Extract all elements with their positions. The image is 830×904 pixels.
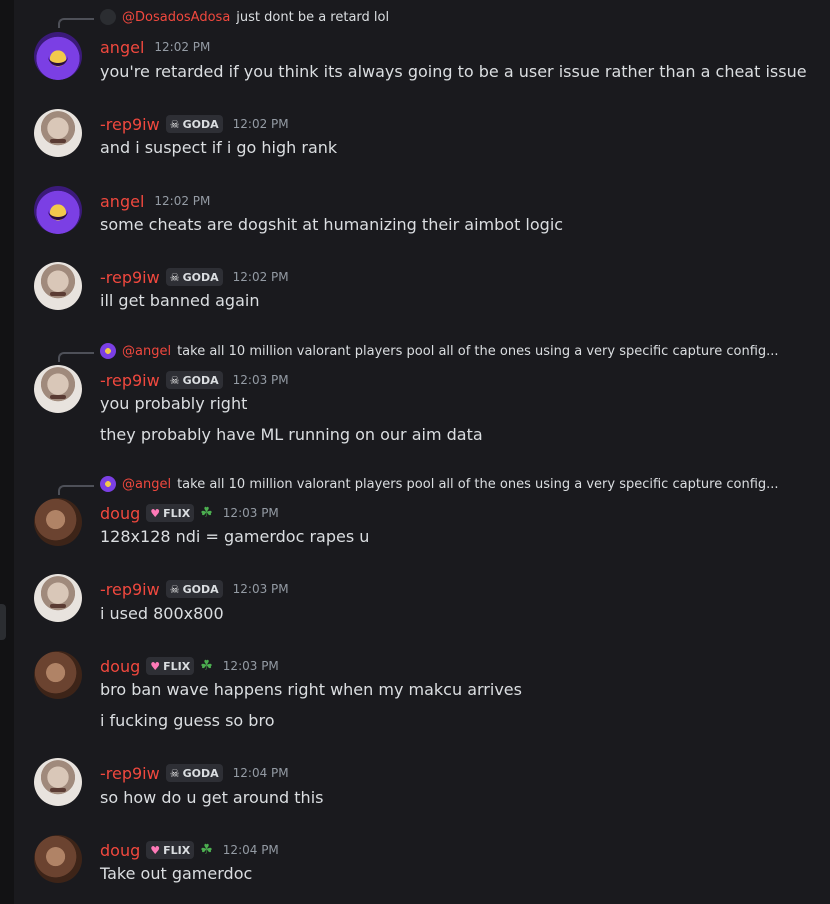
avatar[interactable] bbox=[34, 651, 82, 699]
side-panel-edge bbox=[0, 0, 14, 904]
reply-username[interactable]: @angel bbox=[122, 477, 171, 492]
message-header: -rep9iw ☠ GODA 12:02 PM bbox=[100, 113, 289, 135]
heart-icon: ♥ bbox=[150, 506, 161, 520]
username[interactable]: doug bbox=[100, 504, 140, 523]
guild-tag-label: GODA bbox=[182, 270, 219, 284]
timestamp: 12:02 PM bbox=[154, 194, 211, 208]
username[interactable]: -rep9iw bbox=[100, 268, 160, 287]
message-header: doug ♥ FLIX ☘ 12:03 PM bbox=[100, 655, 279, 677]
skull-icon: ☠ bbox=[169, 582, 180, 596]
guild-tag-label: FLIX bbox=[163, 843, 191, 857]
reply-avatar bbox=[100, 9, 116, 25]
clover-badge-icon: ☘ bbox=[200, 505, 213, 521]
guild-tag[interactable]: ♥ FLIX bbox=[146, 504, 195, 522]
guild-tag-label: GODA bbox=[182, 373, 219, 387]
reply-text: just dont be a retard lol bbox=[236, 9, 390, 25]
reply-username[interactable]: @DosadosAdosa bbox=[122, 10, 230, 25]
timestamp: 12:03 PM bbox=[232, 582, 289, 596]
reply-text: take all 10 million valorant players poo… bbox=[177, 343, 779, 359]
avatar[interactable] bbox=[34, 574, 82, 622]
message-header: doug ♥ FLIX ☘ 12:04 PM bbox=[100, 839, 279, 861]
guild-tag-label: GODA bbox=[182, 766, 219, 780]
avatar[interactable] bbox=[34, 262, 82, 310]
clover-badge-icon: ☘ bbox=[200, 658, 213, 674]
guild-tag[interactable]: ☠ GODA bbox=[165, 371, 223, 389]
avatar[interactable] bbox=[34, 186, 82, 234]
timestamp: 12:02 PM bbox=[232, 270, 289, 284]
skull-icon: ☠ bbox=[169, 270, 180, 284]
username[interactable]: -rep9iw bbox=[100, 580, 160, 599]
reply-text: take all 10 million valorant players poo… bbox=[177, 476, 779, 492]
heart-icon: ♥ bbox=[150, 659, 161, 673]
reply-preview[interactable]: @DosadosAdosa just dont be a retard lol bbox=[100, 8, 389, 26]
timestamp: 12:04 PM bbox=[232, 766, 289, 780]
guild-tag[interactable]: ☠ GODA bbox=[165, 115, 223, 133]
username[interactable]: angel bbox=[100, 38, 144, 57]
message-text: bro ban wave happens right when my makcu… bbox=[100, 680, 522, 699]
message-header: -rep9iw ☠ GODA 12:03 PM bbox=[100, 369, 289, 391]
avatar[interactable] bbox=[34, 109, 82, 157]
scroll-tab[interactable] bbox=[0, 604, 6, 640]
avatar[interactable] bbox=[34, 365, 82, 413]
skull-icon: ☠ bbox=[169, 373, 180, 387]
timestamp: 12:03 PM bbox=[222, 506, 279, 520]
guild-tag-label: GODA bbox=[182, 582, 219, 596]
username[interactable]: -rep9iw bbox=[100, 764, 160, 783]
reply-connector bbox=[58, 352, 94, 362]
reply-preview[interactable]: @angel take all 10 million valorant playe… bbox=[100, 475, 779, 493]
guild-tag-label: GODA bbox=[182, 117, 219, 131]
guild-tag-label: FLIX bbox=[163, 659, 191, 673]
message-text: they probably have ML running on our aim… bbox=[100, 425, 483, 444]
message-text: ill get banned again bbox=[100, 291, 260, 310]
timestamp: 12:02 PM bbox=[232, 117, 289, 131]
message-text: some cheats are dogshit at humanizing th… bbox=[100, 215, 564, 234]
avatar[interactable] bbox=[34, 32, 82, 80]
message-text: 128x128 ndi = gamerdoc rapes u bbox=[100, 527, 370, 546]
message-header: doug ♥ FLIX ☘ 12:03 PM bbox=[100, 502, 279, 524]
skull-icon: ☠ bbox=[169, 766, 180, 780]
message-header: -rep9iw ☠ GODA 12:02 PM bbox=[100, 266, 289, 288]
reply-connector bbox=[58, 18, 94, 28]
username[interactable]: -rep9iw bbox=[100, 115, 160, 134]
message-header: -rep9iw ☠ GODA 12:03 PM bbox=[100, 578, 289, 600]
timestamp: 12:04 PM bbox=[222, 843, 279, 857]
message-header: -rep9iw ☠ GODA 12:04 PM bbox=[100, 762, 289, 784]
reply-connector bbox=[58, 485, 94, 495]
reply-preview[interactable]: @angel take all 10 million valorant playe… bbox=[100, 342, 779, 360]
clover-badge-icon: ☘ bbox=[200, 842, 213, 858]
skull-icon: ☠ bbox=[169, 117, 180, 131]
message-header: angel 12:02 PM bbox=[100, 36, 210, 58]
reply-username[interactable]: @angel bbox=[122, 344, 171, 359]
timestamp: 12:03 PM bbox=[232, 373, 289, 387]
guild-tag[interactable]: ☠ GODA bbox=[165, 268, 223, 286]
timestamp: 12:02 PM bbox=[154, 40, 211, 54]
guild-tag-label: FLIX bbox=[163, 506, 191, 520]
avatar[interactable] bbox=[34, 758, 82, 806]
chat-log: @DosadosAdosa just dont be a retard lol an… bbox=[14, 0, 830, 904]
guild-tag[interactable]: ☠ GODA bbox=[165, 580, 223, 598]
guild-tag[interactable]: ♥ FLIX bbox=[146, 841, 195, 859]
username[interactable]: angel bbox=[100, 192, 144, 211]
guild-tag[interactable]: ☠ GODA bbox=[165, 764, 223, 782]
reply-avatar bbox=[100, 476, 116, 492]
message-text: you probably right bbox=[100, 394, 248, 413]
message-text: i used 800x800 bbox=[100, 604, 224, 623]
heart-icon: ♥ bbox=[150, 843, 161, 857]
message-text: you're retarded if you think its always … bbox=[100, 62, 807, 81]
message-text: so how do u get around this bbox=[100, 788, 324, 807]
message-text: and i suspect if i go high rank bbox=[100, 138, 338, 157]
username[interactable]: doug bbox=[100, 657, 140, 676]
message-header: angel 12:02 PM bbox=[100, 190, 210, 212]
avatar[interactable] bbox=[34, 498, 82, 546]
username[interactable]: -rep9iw bbox=[100, 371, 160, 390]
message-text: Take out gamerdoc bbox=[100, 864, 253, 883]
username[interactable]: doug bbox=[100, 841, 140, 860]
avatar[interactable] bbox=[34, 835, 82, 883]
guild-tag[interactable]: ♥ FLIX bbox=[146, 657, 195, 675]
message-text: i fucking guess so bro bbox=[100, 711, 275, 730]
timestamp: 12:03 PM bbox=[222, 659, 279, 673]
reply-avatar bbox=[100, 343, 116, 359]
